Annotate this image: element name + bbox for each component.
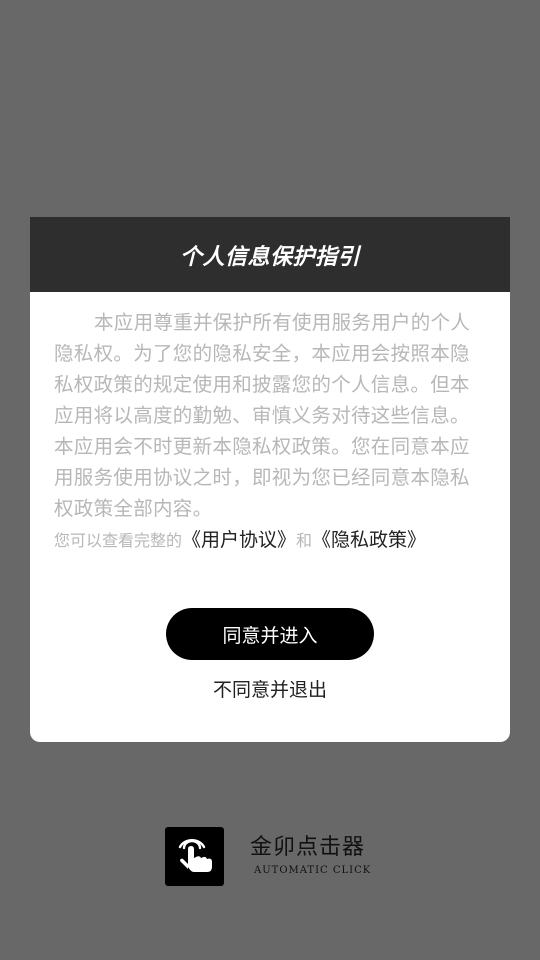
app-branding: 金卯点击器 AUTOMATIC CLICK: [165, 827, 371, 886]
agree-and-enter-button[interactable]: 同意并进入: [166, 608, 374, 660]
app-name: 金卯点击器: [250, 834, 366, 860]
privacy-policy-link[interactable]: 《隐私政策》: [312, 529, 426, 551]
privacy-statement: 本应用尊重并保护所有使用服务用户的个人隐私权。为了您的隐私安全，本应用会按照本隐…: [54, 311, 471, 520]
disagree-and-exit-button[interactable]: 不同意并退出: [30, 675, 510, 702]
user-agreement-link[interactable]: 《用户协议》: [182, 529, 296, 551]
dialog-body: 本应用尊重并保护所有使用服务用户的个人隐私权。为了您的隐私安全，本应用会按照本隐…: [30, 292, 510, 555]
brand-text: 金卯点击器 AUTOMATIC CLICK: [250, 835, 371, 879]
privacy-dialog: 个人信息保护指引 本应用尊重并保护所有使用服务用户的个人隐私权。为了您的隐私安全…: [30, 217, 510, 742]
dialog-title: 个人信息保护指引: [179, 244, 360, 270]
links-conjunction: 和: [296, 531, 313, 550]
app-subtitle: AUTOMATIC CLICK: [254, 864, 372, 876]
links-prefix: 您可以查看完整的: [54, 531, 183, 550]
app-logo: [165, 827, 224, 886]
policy-links-row: 您可以查看完整的《用户协议》和《隐私政策》: [54, 526, 486, 555]
tap-hand-icon: [178, 838, 212, 872]
dialog-header: 个人信息保护指引: [30, 217, 510, 292]
